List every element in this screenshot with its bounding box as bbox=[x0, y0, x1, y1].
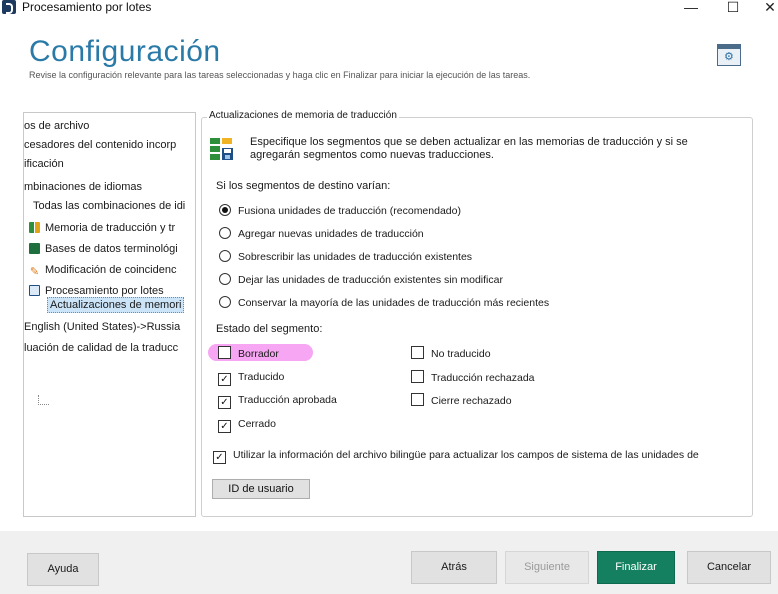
tm-icon bbox=[29, 222, 40, 233]
termbase-icon bbox=[29, 243, 40, 254]
tree-item-label: cesadores del contenido incorp bbox=[24, 139, 177, 151]
radio-merge[interactable]: Fusiona unidades de traducción (recomend… bbox=[219, 204, 461, 218]
page-title: Configuración bbox=[29, 35, 221, 68]
radio-keep-existing[interactable]: Dejar las unidades de traducción existen… bbox=[219, 273, 503, 287]
radio-label: Fusiona unidades de traducción (recomend… bbox=[238, 205, 461, 217]
tree-item-match-modification[interactable]: ✎ Modificación de coincidenc bbox=[29, 263, 177, 278]
tree-item-label: English (United States)->Russia bbox=[24, 321, 181, 333]
cancel-button[interactable]: Cancelar bbox=[687, 551, 771, 584]
gear-icon: ⚙ bbox=[724, 51, 734, 63]
tree-item-label: ificación bbox=[24, 158, 64, 170]
radio-overwrite[interactable]: Sobrescribir las unidades de traducción … bbox=[219, 250, 472, 264]
radio-label: Conservar la mayoría de las unidades de … bbox=[238, 297, 550, 309]
target-varies-label: Si los segmentos de destino varían: bbox=[216, 180, 391, 192]
radio-label: Dejar las unidades de traducción existen… bbox=[238, 274, 503, 286]
tree-item-embedded-processors[interactable]: cesadores del contenido incorp bbox=[24, 138, 176, 152]
tree-item-label: Actualizaciones de memori bbox=[50, 299, 182, 311]
checkbox-label: Traducción rechazada bbox=[431, 372, 535, 384]
checkbox-label: No traducido bbox=[431, 348, 491, 360]
tree-item-termbases[interactable]: Bases de datos terminológi bbox=[29, 242, 178, 256]
tree-item-tm-updates[interactable]: Actualizaciones de memori bbox=[47, 297, 185, 313]
radio-indicator[interactable] bbox=[219, 273, 231, 285]
app-icon bbox=[2, 0, 16, 14]
tree-connector bbox=[38, 395, 49, 405]
radio-label: Sobrescribir las unidades de traducción … bbox=[238, 251, 473, 263]
tree-item-translation-memory[interactable]: Memoria de traducción y tr bbox=[29, 221, 175, 235]
translation-memory-icon bbox=[210, 138, 233, 160]
checkbox-label: Utilizar la información del archivo bili… bbox=[233, 449, 699, 461]
checkbox[interactable] bbox=[411, 370, 424, 383]
tree-item-label: Bases de datos terminológi bbox=[45, 243, 178, 255]
tree-item-quality-assessment[interactable]: luación de calidad de la traducc bbox=[24, 341, 178, 355]
checkbox[interactable] bbox=[411, 346, 424, 359]
check-translation-rejected[interactable]: Traducción rechazada bbox=[411, 370, 535, 385]
checkbox-label: Borrador bbox=[238, 348, 279, 360]
settings-tree[interactable]: os de archivo cesadores del contenido in… bbox=[23, 112, 196, 517]
check-translation-approved[interactable]: ✓ Traducción aprobada bbox=[218, 393, 337, 409]
tree-item-verification[interactable]: ificación bbox=[24, 157, 64, 171]
tree-item-all-language-pairs[interactable]: Todas las combinaciones de idi bbox=[33, 199, 185, 213]
maximize-button[interactable]: ☐ bbox=[723, 0, 743, 14]
checkbox[interactable] bbox=[218, 346, 231, 359]
tree-item-label: Memoria de traducción y tr bbox=[45, 222, 176, 234]
checkbox[interactable]: ✓ bbox=[218, 373, 231, 386]
radio-label: Agregar nuevas unidades de traducción bbox=[238, 228, 424, 240]
check-signed-off[interactable]: ✓ Cerrado bbox=[218, 417, 276, 433]
panel-description: Especifique los segmentos que se deben a… bbox=[250, 136, 688, 161]
radio-indicator[interactable] bbox=[219, 227, 231, 239]
checkbox[interactable]: ✓ bbox=[213, 451, 226, 464]
tree-item-english-russian[interactable]: English (United States)->Russia bbox=[24, 320, 180, 334]
batch-icon bbox=[29, 285, 40, 296]
check-translated[interactable]: ✓ Traducido bbox=[218, 370, 284, 386]
title-bar: Procesamiento por lotes — ☐ ✕ bbox=[0, 0, 778, 22]
tree-item-language-pairs[interactable]: mbinaciones de idiomas bbox=[24, 180, 142, 194]
tree-item-label: mbinaciones de idiomas bbox=[24, 181, 143, 193]
checkbox-label: Cierre rechazado bbox=[431, 395, 512, 407]
window-title: Procesamiento por lotes bbox=[22, 0, 152, 14]
radio-indicator[interactable] bbox=[219, 250, 231, 262]
tree-item-file-types[interactable]: os de archivo bbox=[24, 119, 89, 133]
tree-item-label: Todas las combinaciones de idi bbox=[33, 200, 186, 212]
tree-item-label: luación de calidad de la traducc bbox=[24, 342, 179, 354]
next-button[interactable]: Siguiente bbox=[505, 551, 589, 584]
page-subtitle: Revise la configuración relevante para l… bbox=[29, 70, 531, 80]
check-bilingual-info[interactable]: ✓ Utilizar la información del archivo bil… bbox=[213, 448, 699, 464]
help-button[interactable]: Ayuda bbox=[27, 553, 99, 586]
user-id-button[interactable]: ID de usuario bbox=[212, 479, 310, 499]
check-draft[interactable]: Borrador bbox=[218, 346, 279, 361]
back-button[interactable]: Atrás bbox=[411, 551, 497, 584]
checkbox[interactable] bbox=[411, 393, 424, 406]
radio-indicator[interactable] bbox=[219, 296, 231, 308]
tree-item-label: Procesamiento por lotes bbox=[45, 285, 164, 297]
checkbox-label: Traducido bbox=[238, 371, 285, 383]
group-legend: Actualizaciones de memoria de traducción bbox=[207, 110, 399, 121]
minimize-button[interactable]: — bbox=[681, 0, 701, 14]
checkbox[interactable]: ✓ bbox=[218, 396, 231, 409]
tree-item-label: Modificación de coincidenc bbox=[45, 264, 177, 276]
radio-keep-recent[interactable]: Conservar la mayoría de las unidades de … bbox=[219, 296, 549, 310]
segment-status-label: Estado del segmento: bbox=[216, 323, 323, 335]
settings-icon[interactable]: ⚙ bbox=[717, 44, 741, 66]
tree-item-label: os de archivo bbox=[24, 120, 90, 132]
check-not-translated[interactable]: No traducido bbox=[411, 346, 491, 361]
close-button[interactable]: ✕ bbox=[760, 0, 778, 14]
checkbox-label: Cerrado bbox=[238, 418, 276, 430]
wrench-icon: ✎ bbox=[29, 266, 40, 278]
checkbox[interactable]: ✓ bbox=[218, 420, 231, 433]
radio-indicator[interactable] bbox=[219, 204, 231, 216]
check-signoff-rejected[interactable]: Cierre rechazado bbox=[411, 393, 512, 408]
checkbox-label: Traducción aprobada bbox=[238, 394, 337, 406]
tree-item-batch-processing[interactable]: Procesamiento por lotes bbox=[29, 284, 164, 298]
finish-button[interactable]: Finalizar bbox=[597, 551, 675, 584]
radio-add-new[interactable]: Agregar nuevas unidades de traducción bbox=[219, 227, 424, 241]
